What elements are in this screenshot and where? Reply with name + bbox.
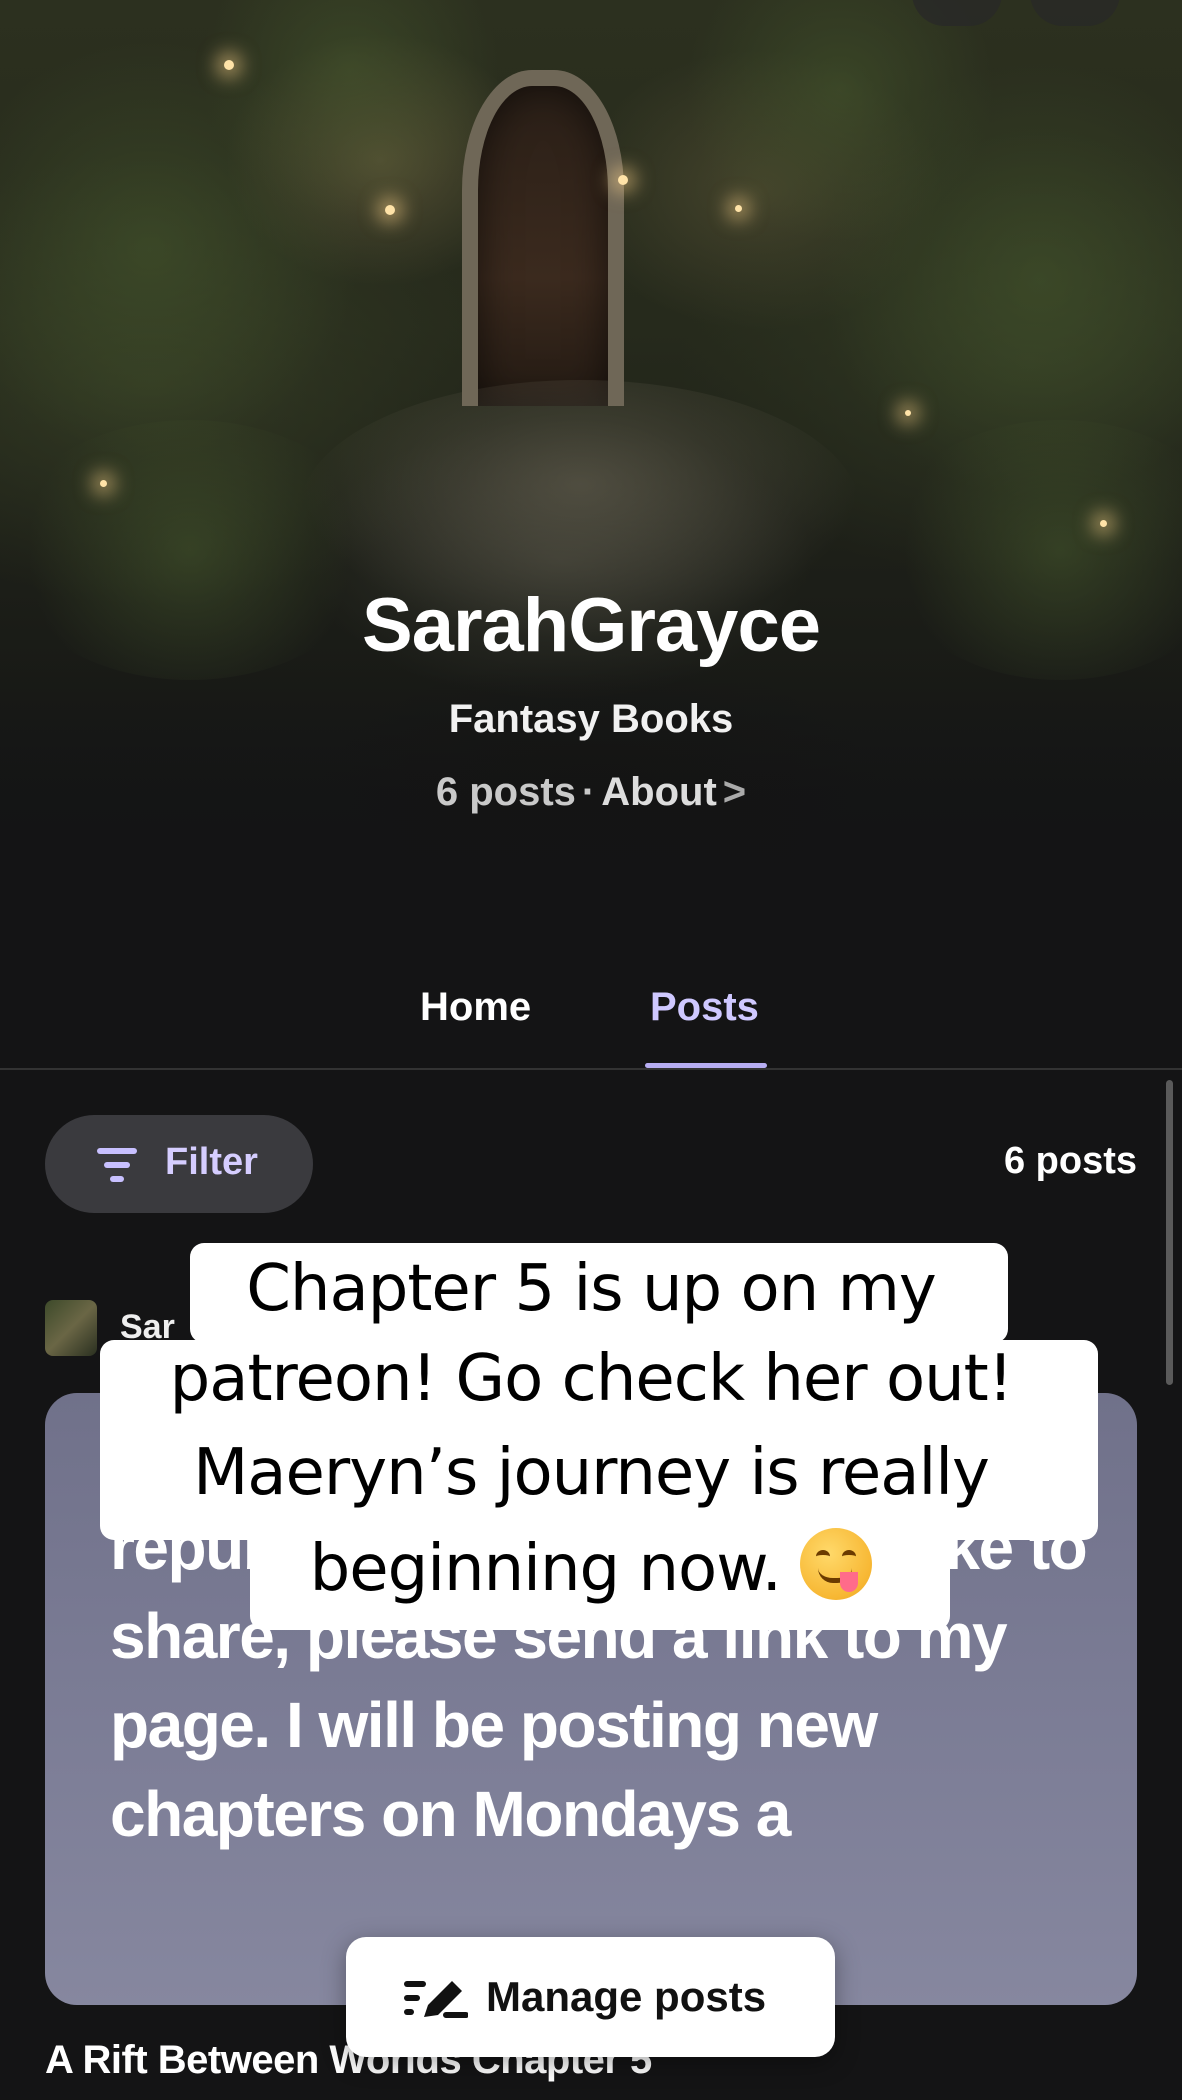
- filter-label: Filter: [165, 1141, 258, 1183]
- chevron-right-icon: >: [722, 770, 747, 814]
- posts-count-label: 6 posts: [435, 770, 576, 814]
- meta-separator: ·: [581, 770, 596, 814]
- divider: [0, 1068, 1182, 1070]
- filter-icon: [97, 1148, 137, 1182]
- face-savoring-food-emoji: [800, 1528, 873, 1600]
- doorway-image: [462, 70, 624, 406]
- caption-line-2: patreon! Go check her out!: [169, 1342, 1014, 1416]
- profile-tabs: Home Posts: [0, 985, 1182, 1070]
- profile-meta: 6 posts · About >: [0, 770, 1182, 815]
- manage-posts-label: Manage posts: [486, 1973, 767, 2020]
- filter-button[interactable]: Filter: [45, 1115, 313, 1213]
- about-link[interactable]: About: [601, 770, 717, 814]
- caption-line-4-text: beginning now.: [309, 1532, 782, 1606]
- scrollbar[interactable]: [1166, 1080, 1173, 1385]
- tab-posts[interactable]: Posts: [650, 985, 759, 1030]
- results-count: 6 posts: [1003, 1140, 1137, 1182]
- tab-home[interactable]: Home: [420, 985, 531, 1030]
- caption-line-3: Maeryn’s journey is really: [193, 1436, 990, 1510]
- caption-line-1: Chapter 5 is up on my: [246, 1252, 937, 1326]
- edit-list-icon: [404, 1981, 468, 2018]
- profile-category: Fantasy Books: [448, 697, 734, 741]
- manage-posts-button[interactable]: Manage posts: [346, 1937, 835, 2057]
- profile-name: SarahGrayce: [362, 583, 821, 668]
- caption-line-4: beginning now.: [0, 1528, 1182, 1606]
